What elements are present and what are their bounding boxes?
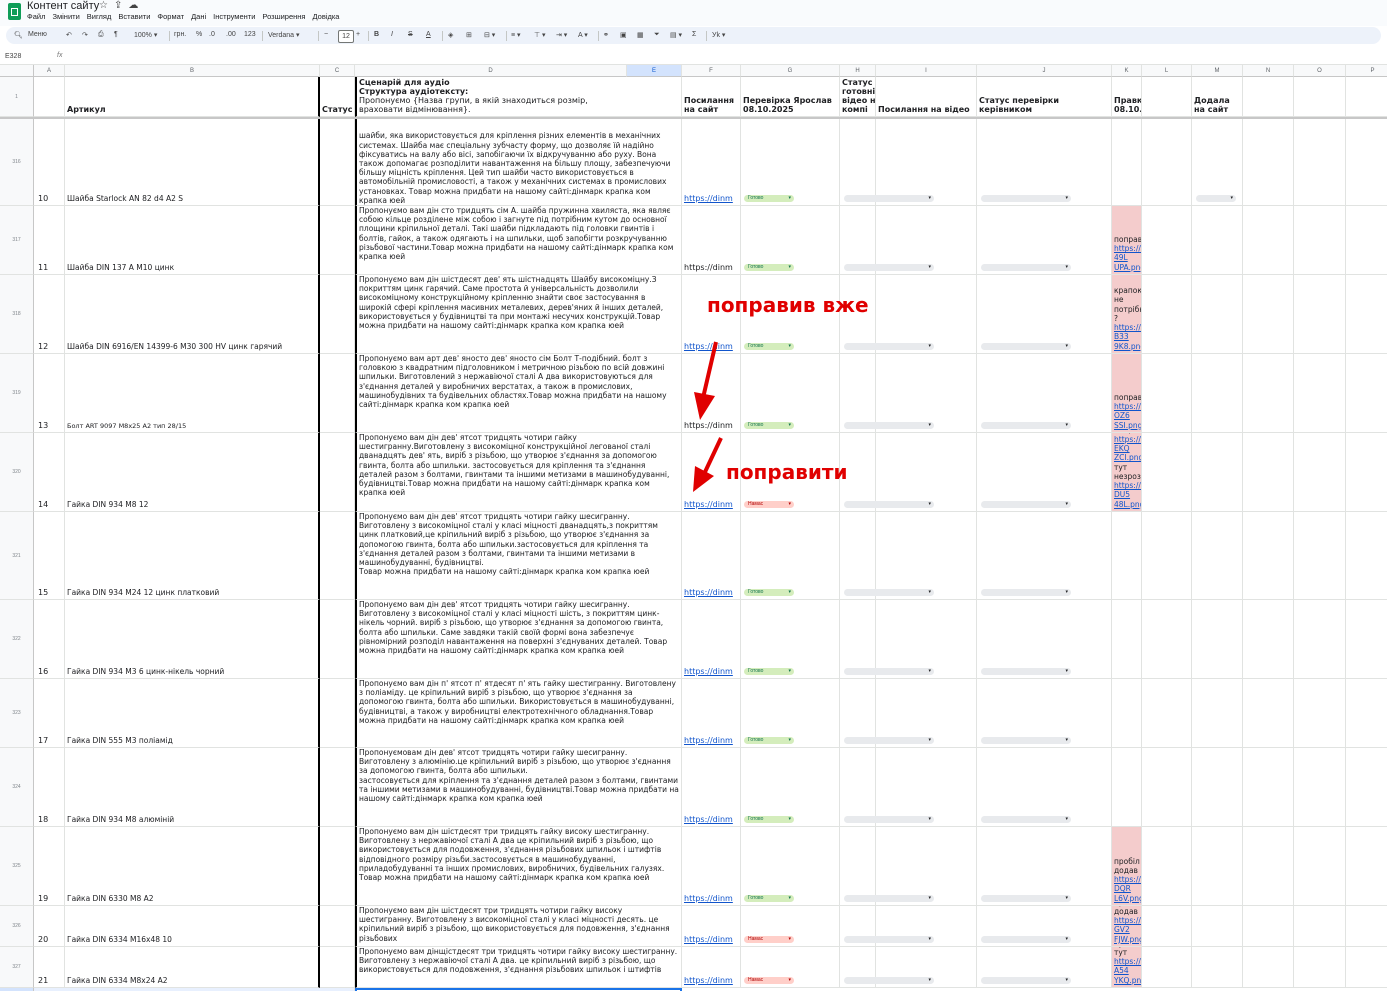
arrow-top: [694, 341, 718, 420]
annotation-to-fix: поправити: [726, 460, 848, 484]
annotation-fixed-already: поправив вже: [707, 293, 869, 317]
annotation-layer: [693, 341, 723, 492]
arrow-bottom: [693, 437, 723, 492]
